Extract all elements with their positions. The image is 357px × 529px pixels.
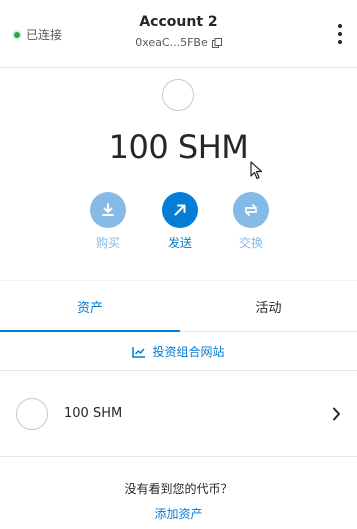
send-label: 发送 [167, 236, 192, 250]
swap-label: 交换 [238, 236, 263, 250]
swap-button[interactable]: 交换 [221, 192, 281, 251]
portfolio-link[interactable]: 投资组合网站 [0, 333, 357, 371]
token-avatar [162, 79, 194, 111]
chart-icon [132, 346, 146, 358]
token-icon [16, 398, 48, 430]
account-address-row[interactable]: 0xeaC...5FBe [135, 36, 222, 49]
mouse-cursor-icon [250, 161, 263, 180]
add-assets-link[interactable]: 添加资产 [0, 505, 357, 522]
action-buttons: 购买 发送 交换 [0, 192, 357, 256]
tab-assets[interactable]: 资产 [0, 281, 180, 332]
swap-icon [233, 192, 269, 228]
account-address: 0xeaC...5FBe [135, 36, 208, 49]
tab-bar: 资产 活动 [0, 280, 357, 332]
kebab-menu-icon[interactable] [335, 24, 345, 44]
tab-activity[interactable]: 活动 [180, 281, 357, 331]
portfolio-label: 投资组合网站 [152, 345, 225, 359]
account-header: 已连接 Account 2 0xeaC...5FBe [0, 0, 357, 68]
balance-display: 100 SHM [108, 128, 249, 166]
list-item[interactable]: 100 SHM [0, 371, 357, 457]
send-button[interactable]: 发送 [150, 192, 210, 251]
buy-button[interactable]: 购买 [78, 192, 138, 251]
download-icon [90, 192, 126, 228]
asset-amount: 100 SHM [64, 406, 123, 421]
missing-token-question: 没有看到您的代币？ [124, 482, 233, 496]
chevron-right-icon [333, 407, 340, 421]
copy-icon[interactable] [211, 37, 222, 48]
buy-label: 购买 [95, 236, 120, 250]
account-info: Account 2 0xeaC...5FBe [0, 14, 357, 50]
account-name[interactable]: Account 2 [0, 14, 357, 30]
arrow-up-right-icon [162, 192, 198, 228]
